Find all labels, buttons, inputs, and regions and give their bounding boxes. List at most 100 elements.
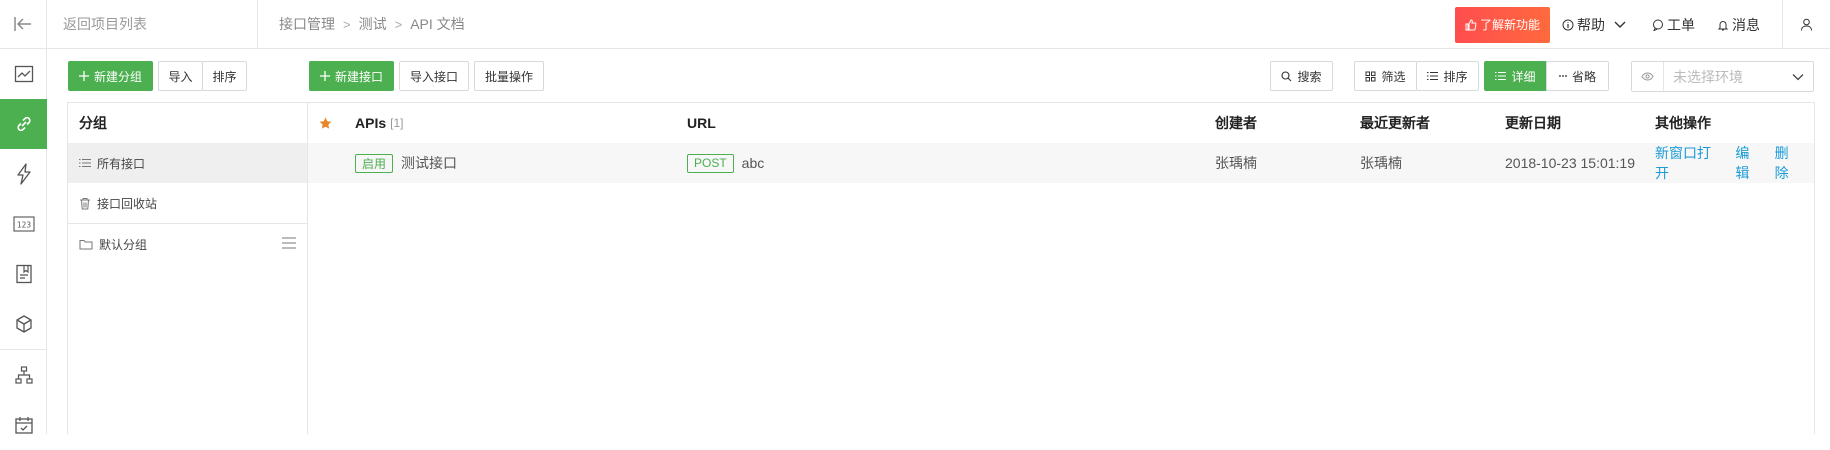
rail-item-dashboard[interactable]	[0, 49, 47, 99]
new-features-button[interactable]: 了解新功能	[1454, 6, 1550, 43]
group-item-trash[interactable]: 接口回收站	[68, 183, 307, 223]
trash-icon	[79, 197, 91, 210]
bell-icon	[1717, 20, 1729, 30]
star-icon[interactable]	[319, 103, 332, 143]
breadcrumb-item-api-docs: API 文档	[410, 16, 465, 32]
batch-operations-button[interactable]: 批量操作	[474, 61, 544, 91]
open-in-new-window-link[interactable]: 新窗口打开	[1655, 143, 1723, 183]
chevron-right-icon: >	[343, 16, 351, 32]
environment-placeholder: 未选择环境	[1673, 68, 1743, 85]
chevron-right-icon: >	[394, 16, 403, 32]
api-updater: 张瑀楠	[1360, 155, 1402, 171]
new-api-button[interactable]: 新建接口	[309, 61, 394, 91]
chart-icon	[14, 65, 33, 83]
lightning-icon	[16, 163, 31, 185]
sitemap-icon	[14, 366, 33, 384]
environment-select[interactable]: 未选择环境	[1631, 61, 1814, 92]
column-header-apis-label: APIs	[355, 115, 387, 131]
back-to-projects-link[interactable]: 返回项目列表	[47, 0, 258, 49]
help-menu[interactable]: 帮助	[1562, 15, 1630, 35]
rail-item-models[interactable]	[0, 299, 47, 349]
api-count-badge: [1]	[390, 116, 404, 130]
plus-icon	[78, 71, 89, 81]
messages-link[interactable]: 消息	[1717, 15, 1760, 35]
breadcrumb-item-api-management[interactable]: 接口管理	[279, 14, 335, 34]
collapse-left-icon	[14, 17, 31, 31]
status-badge: 启用	[355, 153, 394, 173]
new-group-button[interactable]: 新建分组	[68, 61, 153, 91]
batch-operations-label: 批量操作	[484, 69, 533, 84]
sort-groups-label: 排序	[212, 69, 237, 84]
chevron-down-icon	[1783, 73, 1813, 81]
collapse-sidebar-button[interactable]	[0, 0, 47, 49]
import-group-label: 导入	[168, 69, 193, 84]
rail-item-structure[interactable]	[0, 350, 47, 400]
group-item-trash-label: 接口回收站	[97, 196, 158, 211]
column-header-apis[interactable]: APIs [1]	[355, 103, 403, 143]
table-header: APIs [1] URL 创建者 最近更新者 更新日期 其他操作	[308, 103, 1814, 143]
header-actions: 了解新功能 帮助 工单 消息	[1454, 0, 1830, 49]
api-name[interactable]: 测试接口	[401, 153, 457, 173]
column-header-url: URL	[687, 115, 716, 131]
plus-icon	[319, 71, 330, 81]
cube-icon	[15, 315, 32, 333]
column-header-actions: 其他操作	[1655, 115, 1711, 131]
rail-item-api[interactable]	[0, 99, 47, 149]
calendar-icon	[14, 417, 33, 434]
group-menu-icon[interactable]	[282, 237, 296, 252]
user-icon	[1801, 18, 1812, 31]
import-group-button[interactable]: 导入	[158, 61, 203, 91]
list-icon	[79, 158, 91, 168]
group-item-default[interactable]: 默认分组	[68, 224, 307, 264]
breadcrumb: 接口管理 > 测试 > API 文档	[258, 14, 465, 34]
api-link-icon	[16, 116, 31, 132]
back-to-projects-label: 返回项目列表	[63, 16, 147, 32]
list-icon	[1427, 71, 1439, 81]
edit-link[interactable]: 编辑	[1735, 143, 1762, 183]
sort-apis-button[interactable]: 排序	[1416, 61, 1479, 91]
thumbs-up-icon	[1465, 18, 1477, 30]
api-url: abc	[741, 155, 765, 171]
rail-item-docs[interactable]	[0, 249, 47, 299]
ticket-link[interactable]: 工单	[1652, 15, 1695, 35]
search-button[interactable]: 搜索	[1270, 61, 1333, 91]
group-item-all-apis-label: 所有接口	[97, 156, 146, 171]
list-icon	[1495, 71, 1507, 81]
group-item-default-label: 默认分组	[99, 237, 148, 252]
filter-grid-icon	[1365, 71, 1376, 82]
table-row[interactable]: 启用 测试接口 POST abc 张瑀楠 张瑀楠 2018-10-23 15:0…	[308, 143, 1814, 183]
number-icon: 123	[12, 216, 35, 232]
view-brief-label: 省略	[1571, 69, 1596, 84]
user-menu-button[interactable]	[1782, 0, 1830, 49]
sort-groups-button[interactable]: 排序	[202, 61, 247, 91]
filter-button[interactable]: 筛选	[1354, 61, 1417, 91]
chat-bubble-icon	[1653, 19, 1663, 31]
column-header-updater: 最近更新者	[1360, 115, 1430, 131]
rail-item-schedule[interactable]	[0, 400, 47, 450]
new-features-label: 了解新功能	[1479, 18, 1540, 32]
search-label: 搜索	[1297, 69, 1322, 84]
eye-icon[interactable]	[1632, 62, 1664, 91]
view-brief-button[interactable]: 省略	[1546, 61, 1609, 91]
document-icon	[15, 264, 32, 284]
chevron-down-icon	[1614, 21, 1626, 28]
column-header-updated-date: 更新日期	[1505, 115, 1561, 131]
http-method-badge: POST	[687, 153, 734, 173]
rail-item-automation[interactable]	[0, 149, 47, 199]
api-toolbar: 新建分组 导入 排序 新建接口 导入接口 批量操作 搜索 筛选 排序 详细 省略	[47, 49, 1830, 102]
info-icon	[1562, 19, 1574, 30]
delete-link[interactable]: 删除	[1775, 143, 1802, 183]
left-nav-rail: 123	[0, 49, 47, 434]
rail-item-status-codes[interactable]: 123	[0, 199, 47, 249]
column-header-creator: 创建者	[1215, 115, 1257, 131]
import-api-button[interactable]: 导入接口	[399, 61, 469, 91]
api-name-cell: 启用 测试接口	[355, 143, 457, 183]
group-item-all-apis[interactable]: 所有接口	[68, 143, 307, 183]
api-table: APIs [1] URL 创建者 最近更新者 更新日期 其他操作 启用 测试接口…	[308, 102, 1815, 434]
top-header: 返回项目列表 接口管理 > 测试 > API 文档 了解新功能 帮助 工单 消息	[0, 0, 1830, 49]
messages-label: 消息	[1732, 16, 1760, 33]
folder-icon	[79, 239, 93, 250]
view-detail-button[interactable]: 详细	[1484, 61, 1547, 91]
help-label: 帮助	[1577, 16, 1605, 33]
breadcrumb-item-project[interactable]: 测试	[359, 14, 387, 34]
